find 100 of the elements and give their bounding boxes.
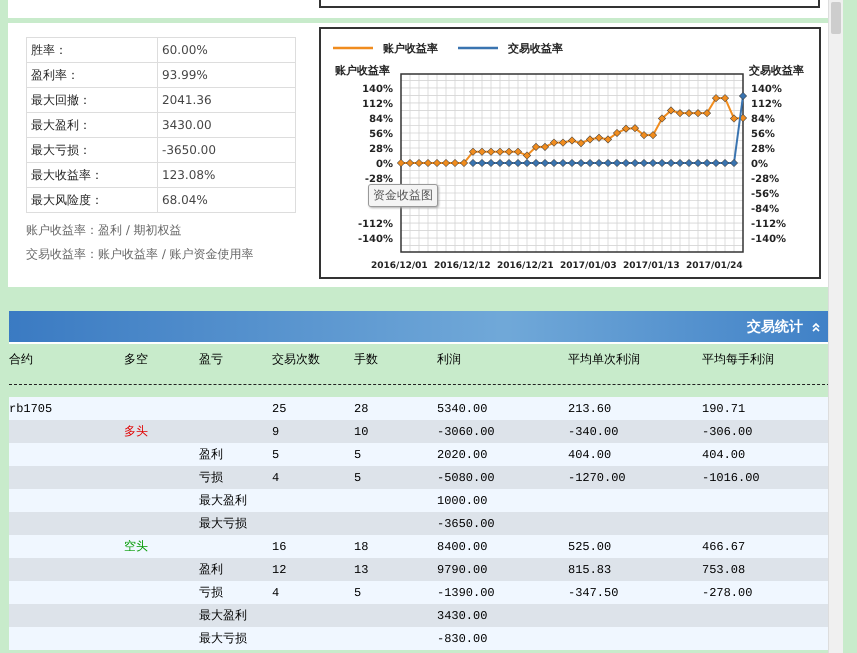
chart-legend-item[interactable]: 交易收益率 <box>458 42 563 55</box>
y-tick-label: -84% <box>751 204 780 216</box>
stat-label: 最大盈利： <box>26 112 158 138</box>
lots-cell-text: 10 <box>354 424 370 438</box>
legend-label: 账户收益率 <box>382 42 438 55</box>
count-cell-text: 5 <box>272 448 280 462</box>
avg-lot-cell-text: 753.08 <box>702 562 746 576</box>
x-tick-label: 2016/12/12 <box>434 261 491 271</box>
lots-cell-text: 5 <box>354 470 362 484</box>
result-cell-text: 最大盈利 <box>199 608 248 624</box>
count-cell-text: 25 <box>272 402 288 416</box>
y-tick-label: 84% <box>369 114 393 125</box>
count-cell-text: 4 <box>272 586 280 600</box>
avg-lot-cell-text: -1016.00 <box>702 470 761 484</box>
profit-cell-text: -3060.00 <box>437 424 496 438</box>
y-tick-label: 56% <box>751 128 775 140</box>
y-tick-label: -112% <box>358 219 393 230</box>
stat-label: 最大风险度： <box>26 188 158 212</box>
x-tick-label: 2017/01/13 <box>623 261 680 271</box>
direction-cell-text: 空头 <box>124 539 149 555</box>
profit-cell-text: 1000.00 <box>437 494 488 508</box>
y-tick-label: -28% <box>364 174 393 185</box>
avg-trade-cell-text: -347.50 <box>568 586 620 600</box>
y-tick-label: -28% <box>751 174 780 185</box>
axis-title: 交易收益率 <box>749 64 804 77</box>
legend-label: 交易收益率 <box>507 42 563 55</box>
y-tick-label: 56% <box>369 128 393 140</box>
lots-cell-text: 5 <box>354 448 362 462</box>
y-tick-label: 112% <box>751 98 782 110</box>
column-header: 交易次数 <box>272 350 321 368</box>
y-tick-label: -140% <box>358 234 393 246</box>
avg-trade-cell-text: -1270.00 <box>568 470 627 484</box>
result-cell-text: 最大盈利 <box>199 493 248 509</box>
column-header: 利润 <box>437 350 462 368</box>
x-tick-label: 2016/12/01 <box>371 261 428 271</box>
y-tick-label: 140% <box>362 84 393 95</box>
stat-label: 最大回撤： <box>26 88 158 112</box>
stat-value: 3430.00 <box>158 112 296 138</box>
column-header: 多空 <box>124 350 149 368</box>
stat-label: 最大收益率： <box>26 162 158 188</box>
stat-value: -3650.00 <box>158 138 296 162</box>
profit-cell-text: -1390.00 <box>437 586 496 600</box>
stat-value: 60.00% <box>158 38 296 62</box>
tooltip: 资金收益图 <box>368 184 438 207</box>
axis-title: 账户收益率 <box>335 64 390 77</box>
column-header: 合约 <box>9 350 34 368</box>
stat-value: 2041.36 <box>158 88 296 112</box>
result-cell-text: 最大亏损 <box>199 631 248 647</box>
y-tick-label: 28% <box>369 144 393 155</box>
count-cell-text: 16 <box>272 540 288 554</box>
chart-legend-item[interactable]: 账户收益率 <box>333 42 438 55</box>
lots-cell-text: 5 <box>354 586 362 600</box>
profit-cell-text: -3650.00 <box>437 516 496 530</box>
avg-lot-cell-text: 404.00 <box>702 448 746 462</box>
lots-cell-text: 28 <box>354 402 370 416</box>
profit-cell-text: 3430.00 <box>437 608 488 622</box>
column-header: 平均单次利润 <box>568 350 641 368</box>
x-tick-label: 2016/12/21 <box>497 261 554 271</box>
direction-cell-text: 多头 <box>124 424 149 440</box>
result-cell-text: 盈利 <box>199 562 224 578</box>
avg-lot-cell-text: 466.67 <box>702 540 746 554</box>
lots-cell-text: 13 <box>354 562 370 576</box>
avg-lot-cell-text: -306.00 <box>702 424 754 438</box>
profit-cell-text: -830.00 <box>437 632 488 646</box>
result-cell-text: 盈利 <box>199 447 224 463</box>
contract-cell-text: rb1705 <box>9 402 54 416</box>
avg-trade-cell-text: -340.00 <box>568 424 620 438</box>
count-cell-text: 9 <box>272 424 280 438</box>
y-tick-label: -140% <box>751 234 786 246</box>
column-header: 盈亏 <box>199 350 224 368</box>
stat-label: 最大亏损： <box>26 138 158 162</box>
y-tick-label: 0% <box>751 159 768 170</box>
x-tick-label: 2017/01/24 <box>686 261 743 271</box>
avg-trade-cell-text: 525.00 <box>568 540 612 554</box>
stat-value: 68.04% <box>158 188 296 212</box>
profit-cell-text: 9790.00 <box>437 562 488 576</box>
column-header: 平均每手利润 <box>702 350 775 368</box>
count-cell-text: 4 <box>272 470 280 484</box>
formula-note: 账户收益率：盈利 / 期初权益 <box>26 222 183 239</box>
stat-value: 93.99% <box>158 62 296 88</box>
avg-trade-cell-text: 213.60 <box>568 402 612 416</box>
x-tick-label: 2017/01/03 <box>560 261 617 271</box>
y-tick-label: 140% <box>751 84 782 95</box>
formula-note: 交易收益率：账户收益率 / 账户资金使用率 <box>26 246 255 263</box>
y-tick-label: 28% <box>751 144 775 155</box>
result-cell-text: 亏损 <box>199 585 224 601</box>
profit-cell-text: 8400.00 <box>437 540 488 554</box>
profit-cell-text: -5080.00 <box>437 470 496 484</box>
stat-label: 胜率： <box>26 38 158 62</box>
result-cell-text: 亏损 <box>199 470 224 486</box>
y-tick-label: -56% <box>751 189 780 200</box>
avg-lot-cell-text: -278.00 <box>702 586 754 600</box>
stat-label: 盈利率： <box>26 62 158 88</box>
count-cell-text: 12 <box>272 562 288 576</box>
profit-cell-text: 2020.00 <box>437 448 488 462</box>
profit-cell-text: 5340.00 <box>437 402 488 416</box>
result-cell-text: 最大亏损 <box>199 516 248 532</box>
avg-trade-cell-text: 815.83 <box>568 562 612 576</box>
section-title: 交易统计 <box>747 318 803 336</box>
y-tick-label: 84% <box>751 114 775 125</box>
